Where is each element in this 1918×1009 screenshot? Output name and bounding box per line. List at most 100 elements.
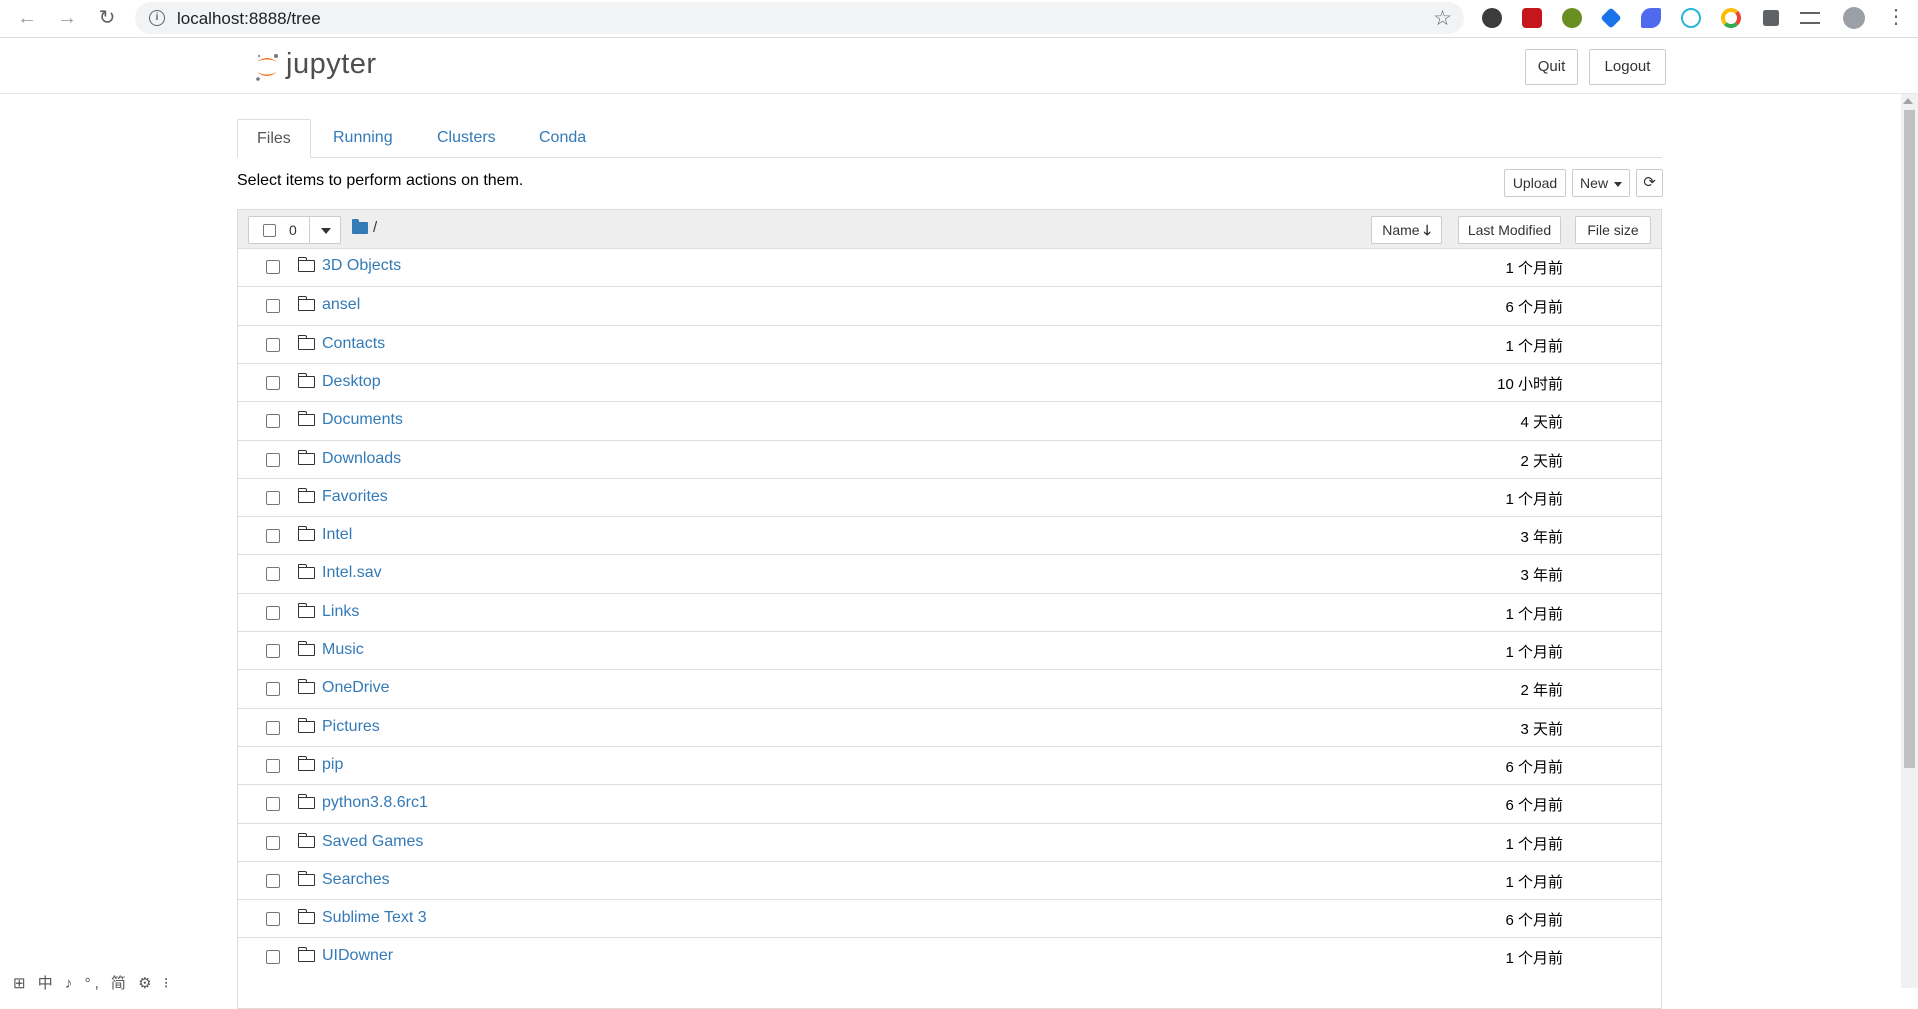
select-all-group[interactable]: 0 [248, 216, 341, 244]
item-checkbox[interactable] [266, 720, 280, 735]
alarm-extension-icon[interactable] [1681, 8, 1701, 28]
list-item[interactable]: Music 1 个月前 [238, 631, 1661, 669]
item-name-link[interactable]: Desktop [322, 373, 381, 391]
sort-by-modified-button[interactable]: Last Modified [1458, 216, 1561, 244]
select-all-checkbox[interactable] [263, 224, 276, 237]
item-name-link[interactable]: Music [322, 641, 364, 659]
extension-7-icon[interactable] [1721, 8, 1741, 28]
bookmark-star-icon[interactable]: ☆ [1433, 6, 1452, 31]
item-name-link[interactable]: Links [322, 603, 359, 621]
list-item[interactable]: UIDowner 1 个月前 [238, 937, 1661, 975]
item-name-link[interactable]: OneDrive [322, 679, 390, 697]
item-modified: 2 天前 [1520, 452, 1563, 470]
jupyter-header: jupyter Quit Logout [0, 38, 1918, 94]
new-dropdown-button[interactable]: New [1572, 169, 1630, 197]
item-checkbox[interactable] [266, 260, 280, 274]
item-checkbox[interactable] [266, 835, 280, 850]
item-checkbox[interactable] [266, 912, 280, 927]
tab-files[interactable]: Files [237, 119, 311, 158]
list-item[interactable]: Searches 1 个月前 [238, 860, 1661, 899]
list-item[interactable]: Documents 4 天前 [238, 401, 1661, 439]
list-item[interactable]: Sublime Text 3 6 个月前 [238, 899, 1661, 937]
item-name-link[interactable]: Searches [322, 871, 390, 889]
list-item[interactable]: Pictures 3 天前 [238, 707, 1661, 746]
item-checkbox[interactable] [266, 529, 280, 544]
item-name-link[interactable]: Intel [322, 526, 352, 544]
item-checkbox[interactable] [266, 490, 280, 505]
list-item[interactable]: pip 6 个月前 [238, 745, 1661, 784]
extension-5-icon[interactable] [1641, 8, 1661, 28]
item-checkbox[interactable] [266, 299, 280, 314]
item-name-link[interactable]: Contacts [322, 335, 385, 353]
reload-icon[interactable]: ↻ [94, 5, 120, 31]
list-item[interactable]: Favorites 1 个月前 [238, 477, 1661, 516]
pdf-extension-icon[interactable] [1522, 8, 1542, 28]
reading-list-icon[interactable] [1800, 12, 1820, 24]
back-icon[interactable]: ← [14, 5, 40, 31]
extension-4-icon[interactable] [1600, 7, 1622, 29]
sort-by-size-button[interactable]: File size [1575, 216, 1651, 244]
list-item[interactable]: Downloads 2 天前 [238, 439, 1661, 478]
item-name-link[interactable]: ansel [322, 296, 360, 314]
scrollbar-thumb[interactable] [1904, 110, 1915, 768]
tab-running[interactable]: Running [333, 119, 393, 157]
list-item[interactable]: Saved Games 1 个月前 [238, 822, 1661, 861]
extension-1-icon[interactable] [1482, 8, 1502, 28]
site-info-icon[interactable]: i [149, 10, 165, 26]
sort-by-name-button[interactable]: Name 🡓 [1371, 216, 1442, 244]
list-item[interactable]: python3.8.6rc1 6 个月前 [238, 784, 1661, 822]
item-name-link[interactable]: Pictures [322, 718, 380, 736]
item-name-link[interactable]: Sublime Text 3 [322, 909, 427, 927]
breadcrumb-root[interactable]: / [373, 219, 377, 236]
item-name-link[interactable]: pip [322, 756, 343, 774]
extension-3-icon[interactable] [1562, 8, 1582, 28]
item-name-link[interactable]: Favorites [322, 488, 388, 506]
forward-icon[interactable]: → [54, 5, 80, 31]
item-modified: 6 个月前 [1505, 758, 1563, 776]
item-checkbox[interactable] [266, 605, 280, 620]
list-item[interactable]: 3D Objects 1 个月前 [238, 248, 1661, 286]
puzzle-extensions-icon[interactable] [1763, 10, 1779, 26]
folder-icon[interactable] [352, 219, 368, 234]
jupyter-logo[interactable]: jupyter [250, 48, 390, 86]
profile-avatar-icon[interactable] [1843, 7, 1865, 29]
list-item[interactable]: OneDrive 2 年前 [238, 669, 1661, 707]
refresh-button[interactable]: ⟳ [1636, 169, 1663, 197]
list-item[interactable]: Links 1 个月前 [238, 592, 1661, 631]
item-name-link[interactable]: UIDowner [322, 947, 393, 965]
item-name-link[interactable]: python3.8.6rc1 [322, 794, 428, 812]
item-checkbox[interactable] [266, 375, 280, 390]
select-menu-caret-icon[interactable] [321, 228, 331, 234]
list-item[interactable]: Desktop 10 小时前 [238, 362, 1661, 401]
quit-button[interactable]: Quit [1525, 49, 1578, 85]
item-checkbox[interactable] [266, 873, 280, 888]
item-name-link[interactable]: Intel.sav [322, 564, 382, 582]
item-checkbox[interactable] [266, 414, 280, 429]
item-checkbox[interactable] [266, 797, 280, 812]
tab-clusters[interactable]: Clusters [437, 119, 496, 157]
item-checkbox[interactable] [266, 337, 280, 352]
list-item[interactable]: Intel.sav 3 年前 [238, 554, 1661, 592]
list-item[interactable]: Contacts 1 个月前 [238, 324, 1661, 363]
kebab-menu-icon[interactable]: ⋮ [1886, 4, 1906, 29]
item-checkbox[interactable] [266, 950, 280, 965]
ime-toolbar[interactable]: ⊞ 中 ♪ °, 简 ⚙ ⁝ [13, 972, 172, 993]
scroll-up-arrow-icon[interactable] [1903, 98, 1913, 104]
item-checkbox[interactable] [266, 758, 280, 773]
item-name-link[interactable]: Documents [322, 411, 403, 429]
url-text[interactable]: localhost:8888/tree [177, 9, 321, 29]
list-item[interactable]: ansel 6 个月前 [238, 286, 1661, 324]
item-checkbox[interactable] [266, 644, 280, 658]
item-name-link[interactable]: Saved Games [322, 833, 423, 851]
item-checkbox[interactable] [266, 452, 280, 467]
tab-conda[interactable]: Conda [539, 119, 586, 157]
list-item[interactable]: Intel 3 年前 [238, 516, 1661, 554]
item-modified: 1 个月前 [1505, 605, 1563, 623]
item-name-link[interactable]: 3D Objects [322, 257, 401, 275]
item-name-link[interactable]: Downloads [322, 450, 401, 468]
item-checkbox[interactable] [266, 567, 280, 582]
upload-button[interactable]: Upload [1504, 169, 1566, 197]
logout-button[interactable]: Logout [1589, 49, 1666, 85]
item-checkbox[interactable] [266, 682, 280, 697]
address-bar[interactable]: i localhost:8888/tree ☆ [135, 2, 1464, 34]
